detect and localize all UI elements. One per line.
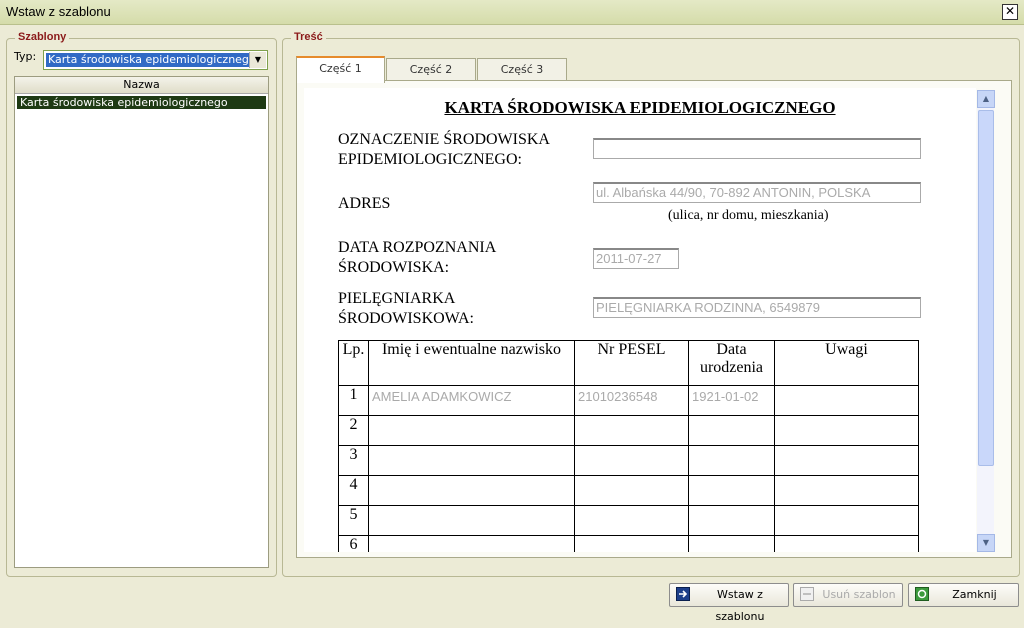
cell-notes[interactable]	[774, 535, 919, 552]
date-field[interactable]: 2011-07-27	[593, 248, 679, 269]
title-bar: Wstaw z szablonu ✕	[0, 0, 1024, 25]
scroll-thumb[interactable]	[978, 110, 994, 466]
cell-name[interactable]	[368, 505, 575, 536]
insert-template-button[interactable]: Wstaw z szablonu	[669, 583, 789, 623]
nurse-label-line2: ŚRODOWISKOWA:	[338, 310, 474, 327]
date-label-line1: DATA ROZPOZNANIA	[338, 239, 497, 256]
cell-dob[interactable]	[688, 535, 775, 552]
cell-lp: 3	[338, 445, 369, 476]
members-table: Lp. Imię i ewentualne nazwisko Nr PESEL …	[338, 340, 919, 552]
cell-pesel[interactable]	[574, 475, 689, 506]
table-row: 6	[338, 535, 919, 552]
document-heading: KARTA ŚRODOWISKA EPIDEMIOLOGICZNEGO	[444, 98, 836, 117]
cell-name[interactable]: AMELIA ADAMKOWICZ	[368, 385, 575, 416]
table-row: 1 AMELIA ADAMKOWICZ 21010236548 1921-01-…	[338, 385, 919, 416]
insert-template-label: Wstaw z szablonu	[715, 588, 765, 623]
cell-dob[interactable]	[688, 445, 775, 476]
cell-dob[interactable]: 1921-01-02	[688, 385, 775, 416]
cell-dob[interactable]	[688, 415, 775, 446]
env-label-line2: EPIDEMIOLOGICZNEGO:	[338, 151, 522, 168]
cell-pesel[interactable]	[574, 445, 689, 476]
table-row: 4	[338, 475, 919, 506]
cell-name[interactable]	[368, 535, 575, 552]
column-header-name[interactable]: Nazwa	[15, 77, 268, 94]
date-label: DATA ROZPOZNANIA ŚRODOWISKA:	[338, 238, 496, 278]
cell-notes[interactable]	[774, 385, 919, 416]
table-row: 3	[338, 445, 919, 476]
col-notes: Uwagi	[774, 340, 919, 386]
chevron-down-icon[interactable]: ▼	[249, 52, 266, 68]
nurse-label-line1: PIELĘGNIARKA	[338, 290, 456, 307]
vertical-scrollbar[interactable]: ▲ ▼	[977, 90, 995, 552]
env-field[interactable]	[593, 138, 921, 159]
close-window-icon	[915, 587, 929, 601]
delete-template-label: Usuń szablon	[822, 588, 896, 601]
cell-notes[interactable]	[774, 445, 919, 476]
cell-dob[interactable]	[688, 505, 775, 536]
list-item[interactable]: Karta środowiska epidemiologicznego	[17, 96, 266, 109]
cell-lp: 1	[338, 385, 369, 416]
cell-pesel[interactable]	[574, 415, 689, 446]
col-dob: Data urodzenia	[688, 340, 775, 386]
cell-notes[interactable]	[774, 415, 919, 446]
col-name: Imię i ewentualne nazwisko	[368, 340, 575, 386]
nurse-field[interactable]: PIELĘGNIARKA RODZINNA, 6549879	[593, 297, 921, 318]
address-hint: (ulica, nr domu, mieszkania)	[668, 208, 829, 223]
tab-part-3[interactable]: Część 3	[477, 58, 567, 81]
close-label: Zamknij	[952, 588, 997, 601]
templates-group-title: Szablony	[15, 31, 70, 43]
delete-template-icon	[800, 587, 814, 601]
cell-dob[interactable]	[688, 475, 775, 506]
table-header-row: Lp. Imię i ewentualne nazwisko Nr PESEL …	[338, 340, 919, 386]
cell-notes[interactable]	[774, 505, 919, 536]
cell-lp: 6	[338, 535, 369, 552]
cell-name[interactable]	[368, 445, 575, 476]
window-title: Wstaw z szablonu	[6, 4, 111, 19]
address-field[interactable]: ul. Albańska 44/90, 70-892 ANTONIN, POLS…	[593, 182, 921, 203]
scroll-down-icon[interactable]: ▼	[977, 534, 995, 552]
delete-template-button[interactable]: Usuń szablon	[793, 583, 903, 607]
document-editor[interactable]: KARTA ŚRODOWISKA EPIDEMIOLOGICZNEGO OZNA…	[304, 88, 976, 552]
scroll-up-icon[interactable]: ▲	[977, 90, 995, 108]
cell-lp: 5	[338, 505, 369, 536]
templates-list[interactable]: Nazwa Karta środowiska epidemiologiczneg…	[14, 76, 269, 568]
cell-pesel[interactable]	[574, 505, 689, 536]
tab-part-1[interactable]: Część 1	[296, 56, 385, 83]
table-row: 2	[338, 415, 919, 446]
date-label-line2: ŚRODOWISKA:	[338, 259, 450, 276]
close-button[interactable]: Zamknij	[908, 583, 1019, 607]
cell-notes[interactable]	[774, 475, 919, 506]
cell-lp: 2	[338, 415, 369, 446]
cell-pesel[interactable]	[574, 535, 689, 552]
col-pesel: Nr PESEL	[574, 340, 689, 386]
insert-arrow-icon	[676, 587, 690, 601]
tab-part-2[interactable]: Część 2	[386, 58, 476, 81]
table-row: 5	[338, 505, 919, 536]
address-label: ADRES	[338, 195, 391, 212]
cell-lp: 4	[338, 475, 369, 506]
cell-name[interactable]	[368, 475, 575, 506]
content-group-title: Treść	[291, 31, 326, 43]
col-lp: Lp.	[338, 340, 369, 386]
type-select[interactable]: Karta środowiska epidemiologicznego ▼	[43, 50, 268, 70]
cell-pesel[interactable]: 21010236548	[574, 385, 689, 416]
nurse-label: PIELĘGNIARKA ŚRODOWISKOWA:	[338, 289, 474, 329]
env-label: OZNACZENIE ŚRODOWISKA EPIDEMIOLOGICZNEGO…	[338, 130, 550, 170]
type-select-value: Karta środowiska epidemiologicznego	[46, 53, 249, 67]
env-label-line1: OZNACZENIE ŚRODOWISKA	[338, 131, 550, 148]
close-icon[interactable]: ✕	[1002, 4, 1018, 20]
cell-name[interactable]	[368, 415, 575, 446]
type-label: Typ:	[14, 50, 37, 63]
